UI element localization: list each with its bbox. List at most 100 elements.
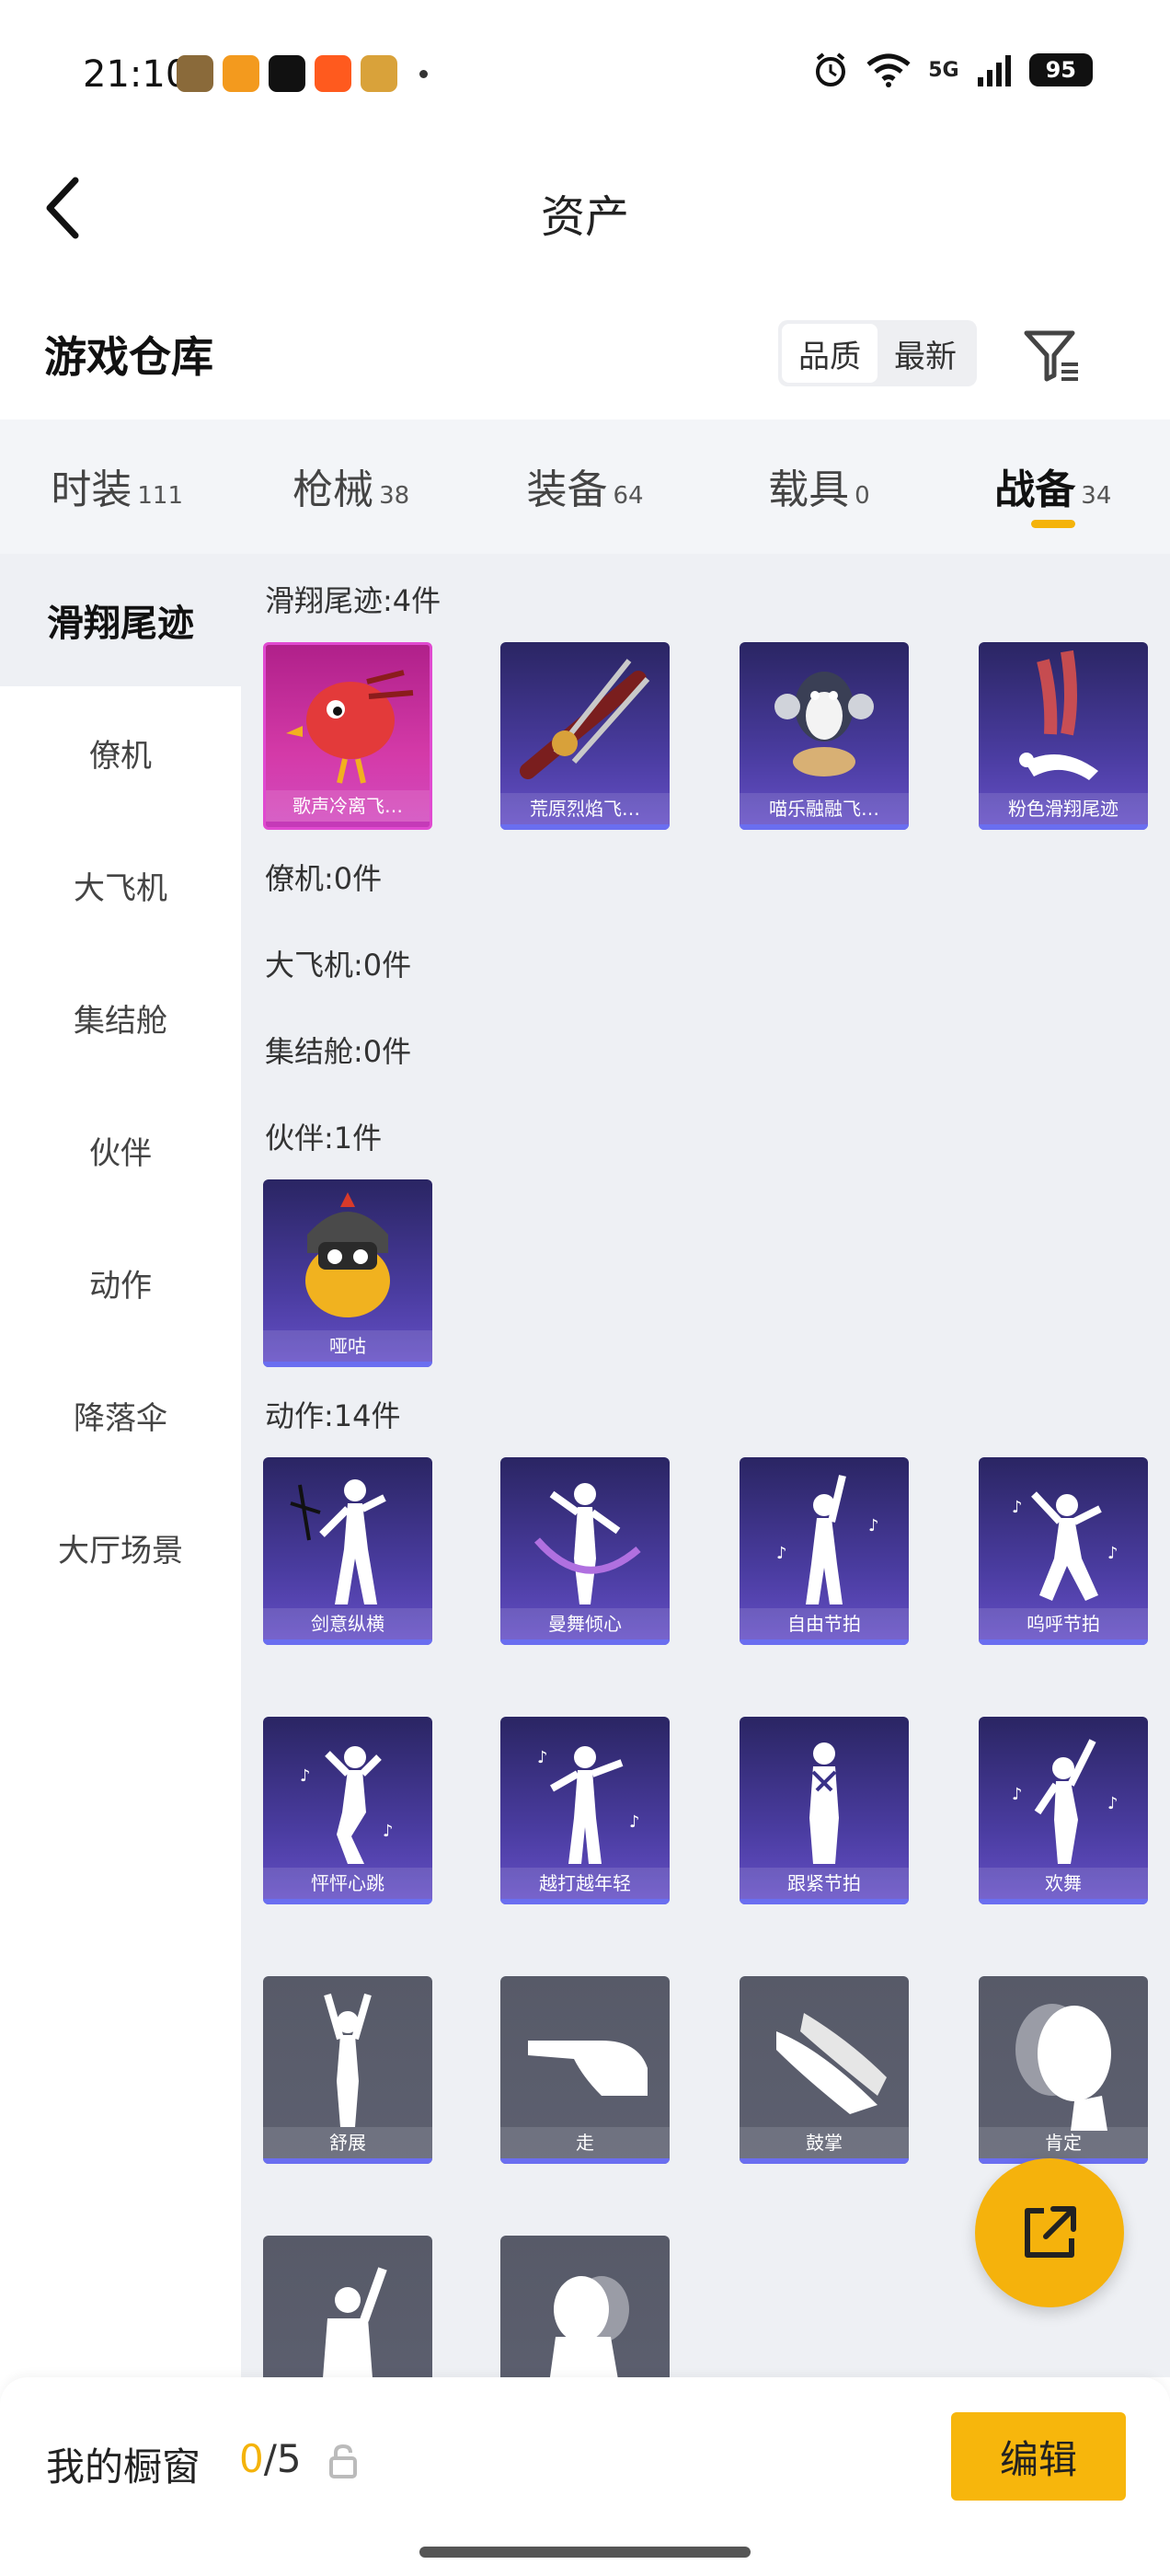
tab-count: 64 [613,482,644,510]
section-title-buddy: 伙伴:1件 [265,1121,383,1156]
section-title-emote: 动作:14件 [265,1398,401,1433]
item-card[interactable] [263,2236,432,2377]
svg-text:♪: ♪ [537,1748,548,1767]
share-external-icon [1025,2206,1076,2258]
tab-battle-gear[interactable]: 战备 34 [936,420,1170,554]
showcase-count: 0/5 [239,2436,302,2481]
glide-trail-flame-image [520,659,650,779]
sidebar-item-buddy[interactable]: 伙伴 [0,1084,241,1216]
tab-label: 战备 [994,466,1076,513]
sidebar-item-big-plane[interactable]: 大飞机 [0,819,241,951]
app-notification-icon [269,55,305,92]
emote-head-turn-image [549,2276,629,2377]
more-notifications-dot [419,69,428,78]
warehouse-title: 游戏仓库 [44,332,213,382]
home-indicator[interactable] [419,2547,751,2558]
item-card[interactable]: ♪ ♪ 呜呼节拍 [979,1457,1148,1645]
emote-figure-image [290,1479,386,1604]
item-card[interactable]: 走 [500,1976,670,2164]
category-tabs: 时装 111 枪械 38 装备 64 载具 0 战备 34 [0,420,1170,554]
item-card[interactable]: 肯定 [979,1976,1148,2164]
sidebar-item-lobby-scene[interactable]: 大厅场景 [0,1481,241,1614]
item-card[interactable]: 鼓掌 [740,1976,909,2164]
edit-button[interactable]: 编辑 [951,2412,1126,2501]
showcase-label: 我的橱窗 [46,2444,201,2490]
item-card[interactable]: ♪ ♪ 欢舞 [979,1717,1148,1904]
item-card[interactable]: ♪ ♪ 自由节拍 [740,1457,909,1645]
app-notification-icon [315,55,351,92]
app-notification-icon [177,55,213,92]
rarity-stripe [500,824,670,830]
sidebar-item-glide-trail[interactable]: 滑翔尾迹 [0,554,241,686]
item-name: 走 [500,2127,670,2158]
item-name: 舒展 [263,2127,432,2158]
item-card[interactable]: 舒展 [263,1976,432,2164]
rarity-stripe [263,1362,432,1367]
sort-newest-button[interactable]: 最新 [878,324,973,383]
filter-icon[interactable] [1021,326,1082,386]
warehouse-toolbar: 游戏仓库 品质 最新 [0,304,1170,414]
item-card[interactable]: 粉色滑翔尾迹 [979,642,1148,830]
share-button[interactable] [975,2158,1124,2307]
item-card[interactable]: 剑意纵横 [263,1457,432,1645]
sidebar-item-emote[interactable]: 动作 [0,1216,241,1349]
item-name: 剑意纵横 [263,1608,432,1639]
item-card[interactable]: 喵乐融融飞… [740,642,909,830]
sidebar-item-assembly-pod[interactable]: 集结舱 [0,951,241,1084]
item-card[interactable]: ♪ ♪ 越打越年轻 [500,1717,670,1904]
item-card[interactable]: 歌声冷离飞… [263,642,432,830]
tab-fashion[interactable]: 时装 111 [0,420,234,554]
item-card[interactable]: 跟紧节拍 [740,1717,909,1904]
item-grid-panel: 滑翔尾迹:4件 歌声冷离飞… 荒原烈焰飞… 喵乐融融飞… 粉色滑翔尾迹 僚机:0… [241,554,1170,2377]
rarity-stripe [740,824,909,830]
tab-label: 装备 [526,466,608,513]
rarity-stripe [979,1639,1148,1645]
active-tab-indicator [1030,520,1075,528]
page-title: 资产 [540,191,629,243]
tab-count: 111 [137,482,184,510]
rarity-stripe [979,824,1148,830]
item-card[interactable] [500,2236,670,2377]
item-card[interactable]: 哑咕 [263,1179,432,1367]
section-title-wingman: 僚机:0件 [265,861,383,896]
showcase-current: 0 [239,2436,264,2481]
svg-text:♪: ♪ [1012,1498,1023,1517]
emote-figure-image [323,2267,387,2377]
tab-count: 38 [379,482,410,510]
item-name: 肯定 [979,2127,1148,2158]
status-time: 21:10 [83,53,189,96]
item-name: 鼓掌 [740,2127,909,2158]
subcategory-sidebar: 滑翔尾迹 僚机 大飞机 集结舱 伙伴 动作 降落伞 大厅场景 [0,554,241,2377]
tab-firearms[interactable]: 枪械 38 [234,420,467,554]
tab-equipment[interactable]: 装备 64 [468,420,702,554]
sidebar-item-parachute[interactable]: 降落伞 [0,1349,241,1481]
app-notification-icon [361,55,397,92]
item-card[interactable]: 曼舞倾心 [500,1457,670,1645]
tab-count: 34 [1081,482,1112,510]
section-title-pod: 集结舱:0件 [265,1034,412,1069]
battery-indicator: 95 [1028,53,1093,86]
wifi-icon [866,53,911,87]
tab-vehicles[interactable]: 载具 0 [702,420,935,554]
tab-label: 时装 [51,466,132,513]
rarity-stripe [266,822,430,827]
sort-quality-button[interactable]: 品质 [782,324,878,383]
emote-figure-image [809,1742,839,1864]
item-card[interactable]: ♪ ♪ 怦怦心跳 [263,1717,432,1904]
sidebar-item-wingman[interactable]: 僚机 [0,686,241,819]
svg-text:♪: ♪ [776,1544,787,1563]
section-title-glide: 滑翔尾迹:4件 [265,583,442,618]
emote-figure-image: ♪♪ [537,1746,640,1864]
emote-figure-image [533,1483,641,1604]
svg-text:♪: ♪ [1107,1544,1118,1563]
item-name: 荒原烈焰飞… [500,793,670,824]
svg-text:♪: ♪ [300,1766,311,1786]
alarm-icon [816,52,846,86]
sort-toggle: 品质 最新 [778,320,977,386]
item-card[interactable]: 荒原烈焰飞… [500,642,670,830]
item-name: 歌声冷离飞… [266,790,430,822]
emote-pointing-hand-image [528,2041,648,2096]
tab-label: 载具 [768,466,850,513]
rarity-stripe [500,2158,670,2164]
svg-text:♪: ♪ [868,1516,879,1535]
